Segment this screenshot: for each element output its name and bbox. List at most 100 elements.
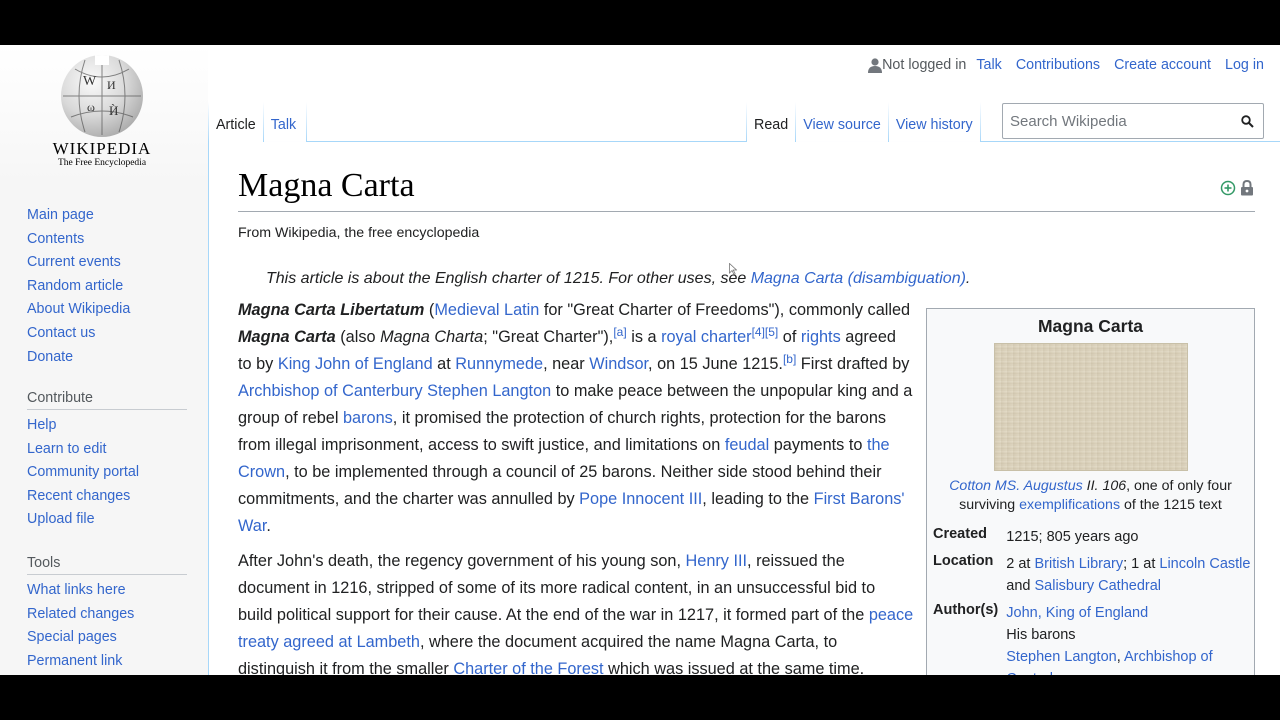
create-account-link[interactable]: Create account	[1114, 57, 1211, 73]
nav-special-pages[interactable]: Special pages	[27, 626, 187, 650]
tab-separator	[305, 102, 307, 142]
nav-donate[interactable]: Donate	[27, 346, 130, 370]
text: ; "Great Charter"),	[483, 328, 614, 346]
link-lincoln-castle[interactable]: Lincoln Castle	[1159, 556, 1250, 572]
caption-link-cotton[interactable]: Cotton MS. Augustus	[949, 478, 1083, 494]
nav-upload-file[interactable]: Upload file	[27, 508, 187, 532]
link-medieval-latin[interactable]: Medieval Latin	[434, 301, 539, 319]
link-pope-innocent[interactable]: Pope Innocent III	[579, 490, 702, 508]
hatnote-end: .	[965, 270, 971, 287]
text: for "Great Charter of Freedoms"), common…	[539, 301, 911, 319]
link-stephen-langton-author[interactable]: Stephen Langton	[1006, 649, 1116, 665]
nav-learn-to-edit[interactable]: Learn to edit	[27, 438, 187, 462]
caption-text: of the 1215 text	[1120, 497, 1222, 513]
link-henry-iii[interactable]: Henry III	[686, 552, 748, 570]
plus-circle-icon[interactable]	[1220, 180, 1236, 201]
user-icon	[868, 57, 883, 73]
infobox-row-authors: Author(s) John, King of England His baro…	[933, 599, 1254, 675]
text: (	[424, 301, 435, 319]
svg-text:И: И	[107, 78, 116, 92]
link-salisbury-cathedral[interactable]: Salisbury Cathedral	[1034, 578, 1161, 594]
text: which was issued at the same time.	[603, 660, 865, 675]
hatnote-text: This article is about the English charte…	[266, 270, 751, 287]
nav-random-article[interactable]: Random article	[27, 275, 130, 299]
nav-main-page[interactable]: Main page	[27, 204, 130, 228]
infobox-label: Created	[933, 526, 987, 542]
search-input[interactable]	[1003, 112, 1228, 130]
footnote-5[interactable]: [5]	[765, 325, 778, 339]
link-king-john[interactable]: King John of England	[278, 355, 433, 373]
text: , leading to the	[702, 490, 814, 508]
link-john-king[interactable]: John, King of England	[1006, 605, 1148, 621]
sidebar-contribute: Contribute Help Learn to edit Community …	[27, 386, 187, 532]
link-feudal[interactable]: feudal	[725, 436, 769, 454]
link-runnymede[interactable]: Runnymede	[455, 355, 543, 373]
site-tagline: From Wikipedia, the free encyclopedia	[238, 225, 480, 241]
nav-help[interactable]: Help	[27, 414, 187, 438]
sidebar-tools: Tools What links here Related changes Sp…	[27, 551, 187, 673]
footnote-b[interactable]: [b]	[783, 352, 796, 366]
search-box	[1002, 103, 1264, 139]
tab-view-source[interactable]: View source	[796, 102, 888, 142]
nav-what-links-here[interactable]: What links here	[27, 579, 187, 603]
tab-read[interactable]: Read	[747, 102, 796, 142]
caption-link-exemplifications[interactable]: exemplifications	[1019, 497, 1120, 513]
personal-tools: Not logged in Talk Contributions Create …	[868, 57, 1264, 73]
text: at	[432, 355, 456, 373]
text: and	[1006, 578, 1035, 594]
link-british-library[interactable]: British Library	[1034, 556, 1123, 572]
title-indicators	[1220, 179, 1254, 201]
link-stephen-langton[interactable]: Archbishop of Canterbury Stephen Langton	[238, 382, 551, 400]
link-windsor[interactable]: Windsor	[589, 355, 648, 373]
article-content: Magna Carta From Wikipedia, the free enc…	[208, 142, 1280, 675]
text: ,	[1116, 649, 1124, 665]
link-rights[interactable]: rights	[801, 328, 841, 346]
link-barons[interactable]: barons	[343, 409, 393, 427]
infobox-label: Location	[933, 553, 994, 569]
nav-recent-changes[interactable]: Recent changes	[27, 485, 187, 509]
contributions-link[interactable]: Contributions	[1016, 57, 1100, 73]
disambiguation-link[interactable]: Magna Carta (disambiguation)	[751, 270, 966, 287]
tab-view-history[interactable]: View history	[888, 102, 980, 142]
text: , on 15 June 1215.	[648, 355, 783, 373]
page-title: Magna Carta	[238, 167, 415, 204]
tab-article[interactable]: Article	[209, 102, 263, 142]
hatnote: This article is about the English charte…	[266, 270, 970, 288]
infobox-value: John, King of England His barons Stephen…	[1006, 599, 1254, 675]
nav-current-events[interactable]: Current events	[27, 251, 130, 275]
nav-related-changes[interactable]: Related changes	[27, 603, 187, 627]
nav-contents[interactable]: Contents	[27, 228, 130, 252]
nav-community-portal[interactable]: Community portal	[27, 461, 187, 485]
tab-separator	[979, 102, 981, 142]
log-in-link[interactable]: Log in	[1225, 57, 1264, 73]
search-icon[interactable]	[1241, 115, 1254, 128]
wikipedia-logo[interactable]: W И ω Ѝ Wikipedia The Free Encyclopedia	[50, 55, 154, 168]
text: 2 at	[1006, 556, 1035, 572]
text: of	[778, 328, 801, 346]
bold-term: Magna Carta	[238, 328, 336, 346]
paragraph-second: After John's death, the regency governme…	[238, 548, 914, 675]
infobox-label: Author(s)	[933, 602, 999, 618]
text: is a	[626, 328, 662, 346]
footnote-4[interactable]: [4]	[752, 325, 765, 339]
talk-link[interactable]: Talk	[976, 57, 1001, 73]
view-tabs: Read View source View history	[746, 102, 981, 142]
text: After John's death, the regency governme…	[238, 552, 686, 570]
tab-read-label: Read	[754, 117, 789, 133]
text: .	[266, 517, 271, 535]
title-divider	[238, 211, 1255, 212]
tab-talk[interactable]: Talk	[263, 102, 306, 142]
infobox-row-created: Created 1215; 805 years ago	[933, 523, 1254, 550]
nav-contact-us[interactable]: Contact us	[27, 322, 130, 346]
tab-view-history-label: View history	[895, 117, 973, 133]
link-charter-forest[interactable]: Charter of the Forest	[453, 660, 603, 675]
lock-icon[interactable]	[1240, 179, 1254, 201]
link-royal-charter[interactable]: royal charter	[661, 328, 752, 346]
infobox-row-location: Location 2 at British Library; 1 at Linc…	[933, 550, 1254, 599]
nav-about-wikipedia[interactable]: About Wikipedia	[27, 298, 130, 322]
tab-view-source-label: View source	[803, 117, 881, 133]
footnote-a[interactable]: [a]	[613, 325, 626, 339]
nav-permanent-link[interactable]: Permanent link	[27, 650, 187, 674]
magna-carta-image[interactable]	[993, 343, 1188, 471]
infobox-value: 1215; 805 years ago	[1006, 529, 1139, 545]
